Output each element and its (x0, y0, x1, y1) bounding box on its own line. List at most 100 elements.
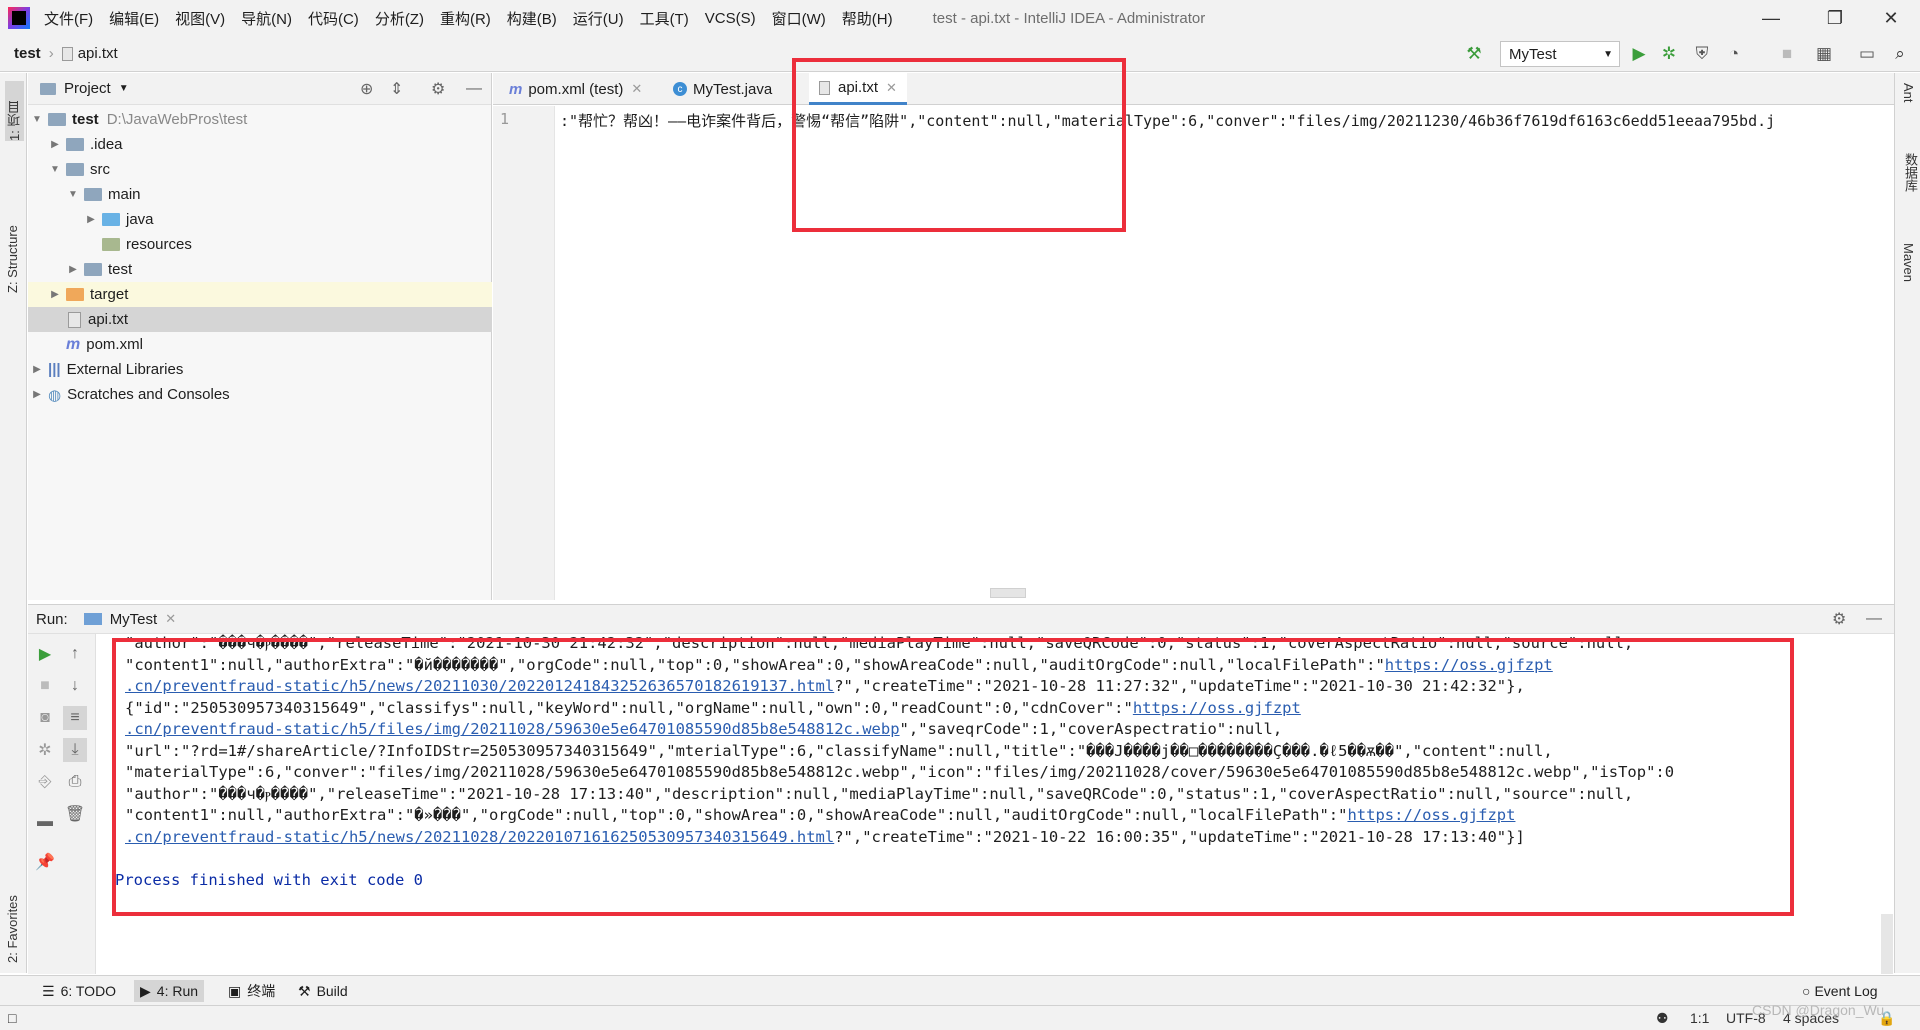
tree-node-src[interactable]: ▼ src (28, 157, 492, 182)
tree-node-path: D:\JavaWebPros\test (106, 111, 248, 128)
editor-area[interactable] (556, 106, 1894, 600)
build-tool-button[interactable]: ⚒ Build (292, 980, 354, 1002)
tree-node-test[interactable]: ▼ test D:\JavaWebPros\test (28, 107, 492, 132)
pin-icon[interactable]: 📌 (33, 850, 57, 874)
splitter-handle[interactable] (990, 588, 1026, 598)
menu-vcs[interactable]: VCS(S) (705, 10, 756, 27)
coverage-icon[interactable]: ⛨ (1690, 42, 1714, 66)
trash-icon[interactable]: 🗑 (63, 802, 87, 826)
tab-pom-xml[interactable]: m pom.xml (test) ✕ (495, 73, 652, 105)
text-file-icon (61, 46, 73, 61)
tree-node-resources[interactable]: resources (28, 232, 492, 257)
rerun-icon[interactable]: ▶ (33, 642, 57, 666)
locate-icon[interactable]: ⊕ (360, 79, 373, 99)
camera-icon[interactable]: ◙ (33, 706, 57, 730)
event-log-button[interactable]: ○ Event Log (1796, 980, 1884, 1002)
tab-mytest-java[interactable]: c MyTest.java (663, 73, 782, 105)
project-view-title[interactable]: Project (64, 80, 111, 97)
menu-window[interactable]: 窗口(W) (772, 8, 826, 29)
project-structure-icon[interactable]: ▦ (1812, 42, 1836, 66)
java-class-icon: c (673, 82, 687, 96)
run-tab-mytest[interactable]: MyTest (110, 611, 158, 628)
project-tool-button[interactable]: 1: 项目 (5, 81, 24, 141)
restore-icon[interactable]: ❐ (1806, 0, 1864, 36)
search-icon[interactable]: ⌕ (1888, 42, 1912, 66)
soft-wrap-icon[interactable]: ≡ (63, 706, 87, 730)
maven-tool-button[interactable]: Maven (1901, 243, 1916, 282)
close-tab-icon[interactable]: ✕ (631, 81, 642, 97)
tree-node-api-txt[interactable]: api.txt (28, 307, 492, 332)
todo-tool-button[interactable]: ☰ 6: TODO (36, 980, 122, 1002)
breadcrumb-project[interactable]: test (14, 45, 41, 62)
stop-icon[interactable]: ■ (1775, 42, 1799, 66)
tree-node-label: src (90, 161, 110, 178)
chevron-down-icon[interactable]: ▼ (119, 83, 129, 94)
settings-icon[interactable]: ✲ (33, 738, 57, 762)
maven-file-icon: m (66, 335, 81, 353)
debug-icon[interactable]: ✲ (1657, 42, 1681, 66)
code-line[interactable]: :"帮忙？帮凶！——电诈案件背后，警惕“帮信”陷阱","content":nul… (560, 110, 1890, 131)
menu-code[interactable]: 代码(C) (308, 8, 359, 29)
text-file-icon (68, 311, 81, 328)
up-arrow-icon[interactable]: ↑ (63, 642, 87, 666)
tab-label: pom.xml (test) (528, 80, 624, 98)
menu-file[interactable]: 文件(F) (44, 8, 93, 29)
menu-edit[interactable]: 编辑(E) (109, 8, 159, 29)
tree-node-label: java (126, 211, 154, 228)
gear-icon[interactable]: ⚙ (431, 79, 445, 99)
down-arrow-icon[interactable]: ↓ (63, 674, 87, 698)
export-icon[interactable]: ⎆ (33, 770, 57, 794)
left-tool-stripe: 1: 项目 Z: Structure 2: Favorites (0, 73, 27, 973)
menu-refactor[interactable]: 重构(R) (440, 8, 491, 29)
tree-node-idea[interactable]: ▶ .idea (28, 132, 492, 157)
menu-build[interactable]: 构建(B) (507, 8, 557, 29)
menu-analyze[interactable]: 分析(Z) (375, 8, 424, 29)
status-toggle-icon[interactable]: □ (8, 1010, 16, 1026)
tree-node-test-folder[interactable]: ▶ test (28, 257, 492, 282)
editor-gutter (493, 106, 555, 600)
menu-run[interactable]: 运行(U) (573, 8, 624, 29)
run-config-selector[interactable]: MyTest ▼ (1500, 41, 1620, 67)
tree-node-target[interactable]: ▶ target (28, 282, 492, 307)
close-tab-icon[interactable]: ✕ (165, 611, 176, 627)
scroll-to-end-icon[interactable]: ⤓ (63, 738, 87, 762)
gear-icon[interactable]: ⚙ (1832, 609, 1846, 629)
print-icon[interactable]: ⎙ (63, 770, 87, 794)
tree-node-pom[interactable]: m pom.xml (28, 332, 492, 357)
menu-tools[interactable]: 工具(T) (640, 8, 689, 29)
tree-node-scratches[interactable]: ▶ ◍ Scratches and Consoles (28, 382, 492, 407)
terminal-tool-button[interactable]: ▣ 终端 (222, 980, 281, 1002)
minimize-icon[interactable]: — (1742, 0, 1800, 36)
hide-panel-icon[interactable]: — (466, 80, 482, 98)
ant-tool-button[interactable]: Ant (1901, 83, 1916, 103)
profile-icon[interactable]: ◔ (1722, 42, 1746, 66)
folder-icon (84, 263, 102, 276)
tree-node-java[interactable]: ▶ java (28, 207, 492, 232)
run-tool-button[interactable]: ▶ 4: Run (134, 980, 205, 1002)
menu-view[interactable]: 视图(V) (175, 8, 225, 29)
cursor-position[interactable]: 1:1 (1690, 1010, 1709, 1026)
build-hammer-icon[interactable]: ⚒ (1462, 42, 1486, 66)
layout-icon[interactable]: ▭ (1855, 42, 1879, 66)
maven-file-icon: m (509, 80, 523, 98)
hide-panel-icon[interactable]: — (1866, 610, 1882, 628)
run-label: Run: (36, 610, 68, 628)
structure-tool-button[interactable]: Z: Structure (5, 173, 20, 293)
breadcrumb-file[interactable]: api.txt (78, 45, 118, 62)
layout-icon[interactable]: ▬ (33, 810, 57, 834)
tree-node-label: test (72, 111, 99, 128)
list-icon: ☰ (42, 982, 55, 999)
menu-help[interactable]: 帮助(H) (842, 8, 893, 29)
title-bar: 文件(F) 编辑(E) 视图(V) 导航(N) 代码(C) 分析(Z) 重构(R… (0, 0, 1920, 36)
run-icon[interactable]: ▶ (1627, 42, 1651, 66)
tree-node-external-libraries[interactable]: ▶ ||| External Libraries (28, 357, 492, 382)
stop-icon[interactable]: ■ (33, 674, 57, 698)
favorites-tool-button[interactable]: 2: Favorites (5, 863, 20, 963)
menu-navigate[interactable]: 导航(N) (241, 8, 292, 29)
collapse-all-icon[interactable]: ⇕ (390, 79, 403, 99)
database-tool-button[interactable]: 数据库 (1901, 153, 1920, 192)
tree-node-main[interactable]: ▼ main (28, 182, 492, 207)
console-scrollbar[interactable] (1881, 914, 1893, 974)
close-window-icon[interactable]: ✕ (1862, 0, 1920, 36)
tree-node-label: resources (126, 236, 192, 253)
